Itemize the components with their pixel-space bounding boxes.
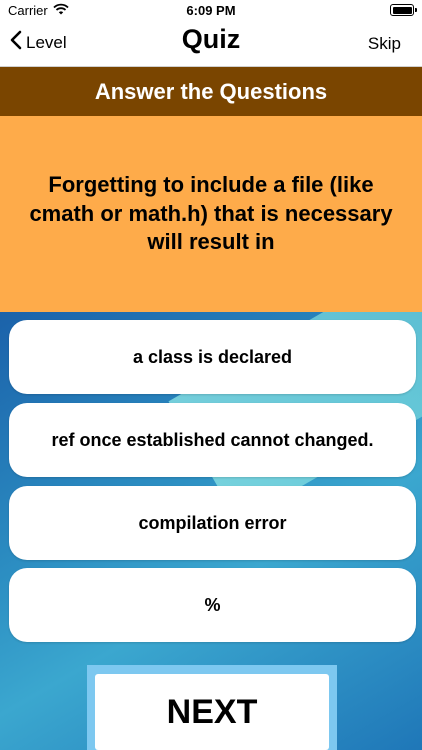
- answer-option[interactable]: %: [9, 568, 416, 642]
- status-bar: Carrier 6:09 PM: [0, 0, 422, 22]
- skip-button[interactable]: Skip: [368, 34, 401, 54]
- section-header: Answer the Questions: [0, 67, 422, 116]
- answer-option[interactable]: a class is declared: [9, 320, 416, 394]
- battery-icon: [390, 4, 417, 16]
- question-panel: Forgetting to include a file (like cmath…: [0, 116, 422, 312]
- answer-option[interactable]: compilation error: [9, 486, 416, 560]
- page-title: Quiz: [181, 24, 241, 54]
- status-time: 6:09 PM: [186, 3, 236, 18]
- status-right: [390, 4, 417, 16]
- next-button[interactable]: NEXT: [95, 674, 329, 750]
- question-text: Forgetting to include a file (like cmath…: [29, 172, 393, 255]
- nav-bar: Level Quiz Skip: [0, 22, 422, 67]
- answer-option[interactable]: ref once established cannot changed.: [9, 403, 416, 477]
